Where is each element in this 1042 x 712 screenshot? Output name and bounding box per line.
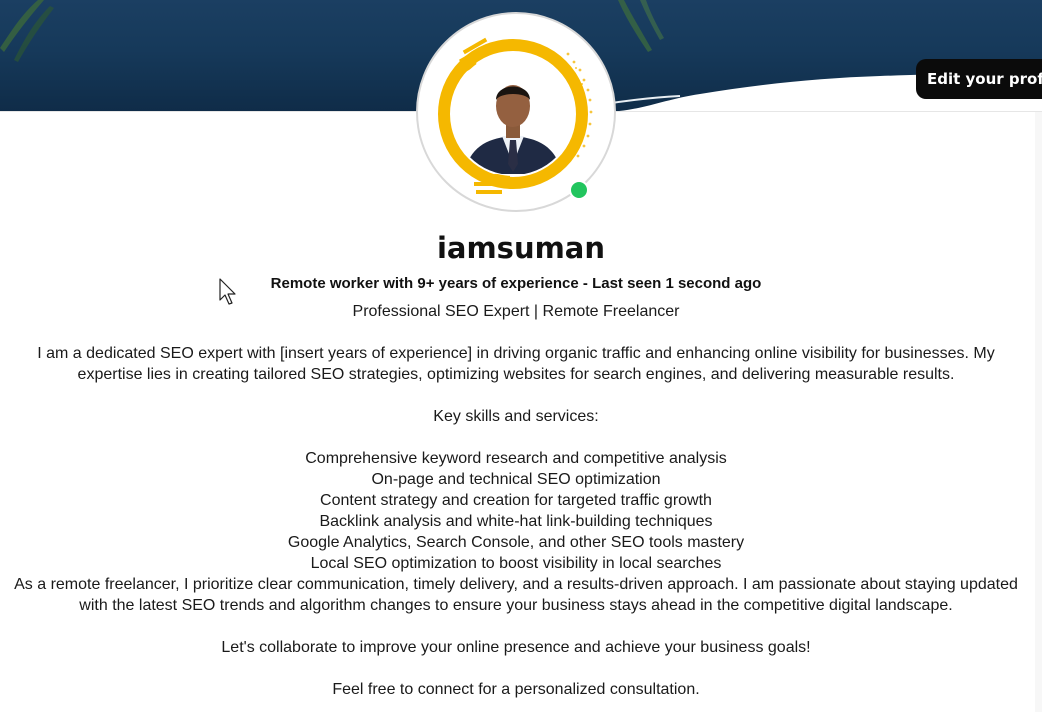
profile-page: Edit your profile <box>0 0 1042 712</box>
skills-heading: Key skills and services: <box>433 408 599 425</box>
experience-text: Remote worker with 9+ years of experienc… <box>270 275 579 292</box>
skill-item: Content strategy and creation for target… <box>320 492 712 509</box>
skill-item: On-page and technical SEO optimization <box>371 471 661 488</box>
skill-item: Backlink analysis and white-hat link-bui… <box>319 513 713 530</box>
last-seen-text: Last seen 1 second ago <box>592 275 762 292</box>
online-status-indicator <box>569 180 589 200</box>
skill-item: Comprehensive keyword research and compe… <box>305 450 727 467</box>
bio-closing: Feel free to connect for a personalized … <box>332 681 700 698</box>
mouse-cursor-icon <box>219 278 239 310</box>
tagline-separator: - <box>578 275 593 292</box>
bio-headline: Professional SEO Expert | Remote Freelan… <box>352 303 680 320</box>
skill-item: Google Analytics, Search Console, and ot… <box>287 534 745 551</box>
profile-username: iamsuman <box>436 231 606 265</box>
edit-profile-button[interactable]: Edit your profile <box>916 59 1042 99</box>
bio-approach: As a remote freelancer, I prioritize cle… <box>14 576 1018 614</box>
bio-intro: I am a dedicated SEO expert with [insert… <box>37 345 995 383</box>
scrollbar-track[interactable] <box>1035 112 1042 712</box>
skill-item: Local SEO optimization to boost visibili… <box>310 555 722 572</box>
bio-collaborate: Let's collaborate to improve your online… <box>221 639 811 656</box>
profile-bio: Professional SEO Expert | Remote Freelan… <box>10 301 1022 700</box>
profile-tagline: Remote worker with 9+ years of experienc… <box>0 274 1032 294</box>
